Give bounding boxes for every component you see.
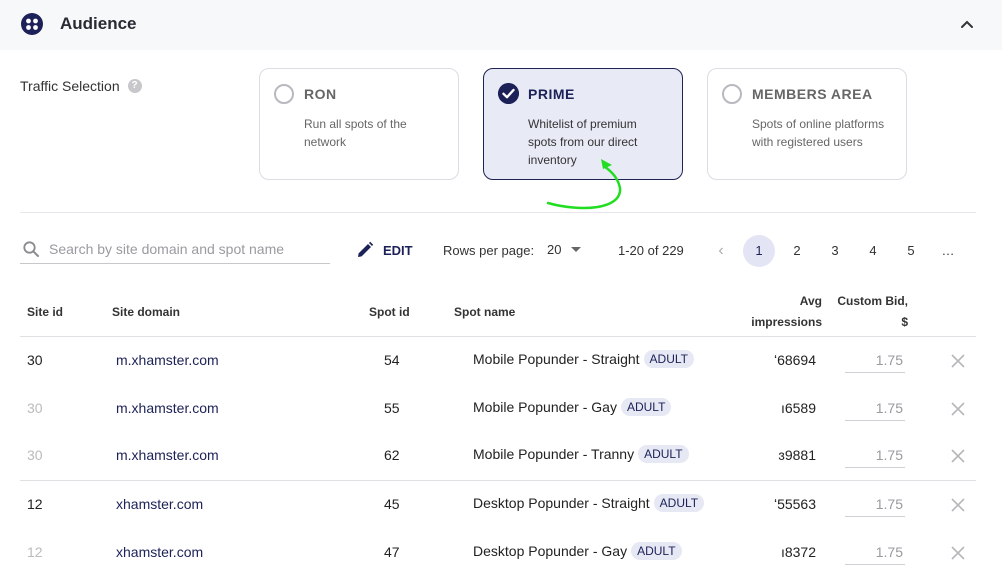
spot-name: Mobile Popunder - Gay: [473, 399, 617, 415]
site-id: 12: [27, 544, 43, 560]
header-line: $: [901, 315, 908, 329]
spot-id: 47: [384, 544, 400, 560]
site-id: 30: [27, 400, 43, 416]
spot-name: Mobile Popunder - Straight: [473, 351, 640, 367]
header-line: Custom Bid,: [837, 294, 908, 308]
traffic-option-members-area[interactable]: MEMBERS AREA Spots of online platforms w…: [707, 68, 907, 180]
custom-bid-input[interactable]: 1.75: [845, 395, 905, 421]
page-button-2[interactable]: 2: [781, 235, 813, 267]
header-line: Avg: [799, 294, 822, 308]
option-title: RON: [304, 86, 337, 102]
spot-name-cell: Desktop Popunder - Gay ADULT: [473, 542, 682, 560]
traffic-option-ron[interactable]: RON Run all spots of the network: [259, 68, 459, 180]
spot-id: 55: [384, 400, 400, 416]
adult-badge: ADULT: [631, 542, 682, 560]
column-header-site-id[interactable]: Site id: [27, 302, 63, 323]
table-row: 30 m.xhamster.com 54 Mobile Popunder - S…: [0, 346, 1002, 392]
column-header-spot-name[interactable]: Spot name: [454, 302, 515, 323]
spot-name: Mobile Popunder - Tranny: [473, 446, 635, 462]
spot-name: Desktop Popunder - Straight: [473, 495, 650, 511]
site-id: 30: [27, 447, 43, 463]
site-domain: m.xhamster.com: [116, 447, 219, 463]
spot-id: 54: [384, 352, 400, 368]
group-divider: [20, 480, 976, 481]
page-button-3[interactable]: 3: [819, 235, 851, 267]
site-domain: xhamster.com: [116, 544, 204, 560]
column-header-spot-id[interactable]: Spot id: [369, 302, 410, 323]
search-input[interactable]: [49, 238, 325, 260]
section-title: Audience: [60, 14, 137, 33]
site-domain: xhamster.com: [116, 496, 204, 512]
edit-label: EDIT: [383, 242, 413, 258]
adult-badge: ADULT: [620, 398, 672, 416]
avg-impressions: ʻ68694: [773, 352, 816, 368]
column-header-avg-impressions[interactable]: Avg impressions: [722, 291, 822, 333]
rows-per-page-label: Rows per page:: [443, 243, 535, 258]
option-description: Run all spots of the network: [304, 117, 407, 149]
close-icon[interactable]: [950, 545, 966, 561]
page-ellipsis: …: [941, 243, 955, 258]
page-button-5[interactable]: 5: [895, 235, 927, 267]
search-field[interactable]: [20, 236, 330, 264]
avg-impressions: ɜ9881: [778, 447, 816, 463]
avg-impressions: ı6589: [780, 400, 816, 416]
help-icon[interactable]: ?: [127, 79, 142, 93]
table-row: 12 xhamster.com 47 Desktop Popunder - Ga…: [0, 538, 1002, 573]
site-id: 30: [27, 352, 43, 368]
adult-badge: ADULT: [643, 350, 694, 368]
rows-per-page-select[interactable]: 20: [547, 242, 582, 257]
table-row: 30 m.xhamster.com 55 Mobile Popunder - G…: [0, 394, 1002, 440]
column-header-site-domain[interactable]: Site domain: [112, 302, 180, 323]
close-icon[interactable]: [950, 353, 966, 369]
custom-bid-input[interactable]: 1.75: [845, 539, 905, 565]
pencil-icon: [358, 241, 374, 257]
spot-name-cell: Mobile Popunder - Gay ADULT: [473, 398, 672, 416]
traffic-selection-label: Traffic Selection ?: [20, 78, 142, 94]
spot-id: 45: [384, 496, 400, 512]
spot-id: 62: [384, 447, 400, 463]
page-button-1[interactable]: 1: [743, 235, 775, 267]
close-icon[interactable]: [950, 401, 966, 417]
custom-bid-input[interactable]: 1.75: [845, 347, 905, 373]
site-id: 12: [27, 496, 43, 512]
section-divider: [20, 212, 976, 213]
audience-icon: [21, 13, 43, 35]
edit-button[interactable]: EDIT: [356, 241, 413, 259]
page-button-4[interactable]: 4: [857, 235, 889, 267]
chevron-up-icon[interactable]: [958, 16, 976, 34]
rows-per-page-value: 20: [547, 242, 562, 257]
option-title: MEMBERS AREA: [752, 86, 873, 102]
spot-name-cell: Mobile Popunder - Straight ADULT: [473, 350, 694, 368]
search-icon: [23, 241, 39, 257]
option-description: Spots of online platforms with registere…: [752, 117, 885, 149]
site-domain: m.xhamster.com: [116, 352, 219, 368]
header-line: impressions: [751, 315, 822, 329]
avg-impressions: ʻ55563: [773, 496, 816, 512]
prev-page-button[interactable]: ‹: [705, 235, 737, 267]
adult-badge: ADULT: [638, 445, 689, 463]
header-divider: [20, 336, 976, 337]
spot-name: Desktop Popunder - Gay: [473, 543, 628, 559]
radio-unchecked-icon[interactable]: [722, 84, 742, 104]
radio-unchecked-icon[interactable]: [274, 84, 294, 104]
spot-name-cell: Desktop Popunder - Straight ADULT: [473, 494, 705, 512]
custom-bid-input[interactable]: 1.75: [845, 442, 905, 468]
spot-name-cell: Mobile Popunder - Tranny ADULT: [473, 445, 689, 463]
traffic-selection-text: Traffic Selection: [20, 78, 120, 94]
avg-impressions: ı8372: [780, 544, 816, 560]
table-row: 12 xhamster.com 45 Desktop Popunder - St…: [0, 490, 1002, 536]
option-title: PRIME: [528, 86, 575, 102]
adult-badge: ADULT: [653, 494, 705, 512]
pagination-range: 1-20 of 229: [618, 243, 684, 258]
custom-bid-input[interactable]: 1.75: [845, 491, 905, 517]
radio-checked-icon[interactable]: [498, 83, 519, 104]
column-header-custom-bid[interactable]: Custom Bid, $: [818, 291, 908, 333]
site-domain: m.xhamster.com: [116, 400, 219, 416]
close-icon[interactable]: [950, 448, 966, 464]
annotation-arrow: [546, 159, 622, 210]
audience-section-header[interactable]: Audience: [0, 0, 1002, 50]
caret-down-icon: [571, 247, 582, 252]
close-icon[interactable]: [950, 497, 966, 513]
